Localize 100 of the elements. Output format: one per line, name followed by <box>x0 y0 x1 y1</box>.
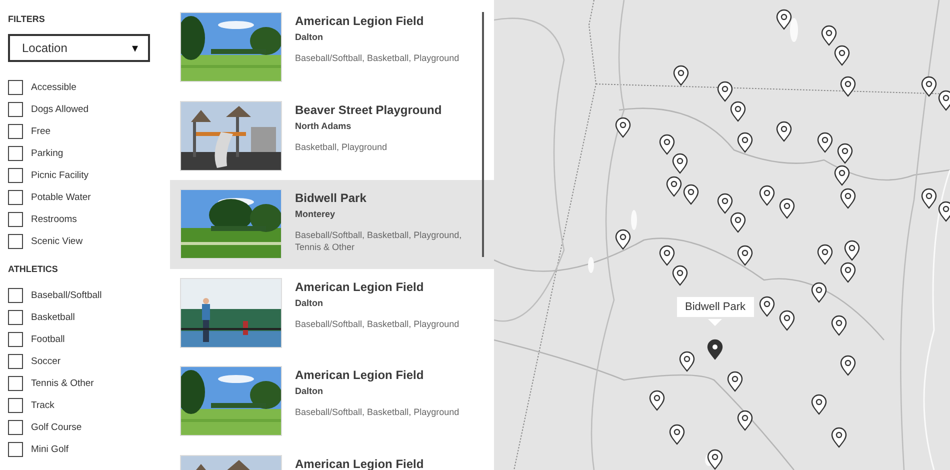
map-pin-icon[interactable] <box>707 449 723 470</box>
result-card[interactable]: Bidwell Park Monterey Baseball/Softball, Basketball, Playground, Tennis & Other <box>170 180 494 268</box>
filter-label: Picnic Facility <box>31 170 89 180</box>
filter-label: Football <box>31 334 65 344</box>
map-pin-icon[interactable] <box>840 188 856 209</box>
park-amenities: Basketball, Playground <box>295 140 388 152</box>
park-name: American Legion Field <box>295 456 425 470</box>
map-pin-icon[interactable] <box>669 424 685 445</box>
park-town: Dalton <box>295 298 324 308</box>
map-pin-icon[interactable] <box>683 184 699 205</box>
athletics-heading: ATHLETICS <box>8 264 59 274</box>
park-amenities: Baseball/Softball, Basketball, Playground <box>295 52 460 64</box>
park-name: American Legion Field <box>295 280 425 294</box>
map-pin-icon[interactable] <box>821 25 837 46</box>
park-name: Bidwell Park <box>295 191 368 205</box>
checkbox[interactable] <box>8 310 23 324</box>
callout-pointer <box>708 319 722 326</box>
map-pin-icon[interactable] <box>921 188 937 209</box>
filter-label: Scenic View <box>31 236 83 246</box>
scrollbar[interactable] <box>482 12 484 257</box>
map-pin-icon[interactable] <box>837 143 853 164</box>
map-pin-icon[interactable] <box>776 9 792 30</box>
map-pin-icon[interactable] <box>737 245 753 266</box>
park-town: Monterey <box>295 209 336 219</box>
checkbox[interactable] <box>8 102 23 116</box>
filter-label: Mini Golf <box>31 444 68 454</box>
map-pin-icon[interactable] <box>672 153 688 174</box>
park-amenities: Baseball/Softball, Basketball, Playground, Tennis & Other <box>295 229 463 253</box>
park-name: American Legion Field <box>295 14 425 28</box>
map-pin-icon[interactable] <box>759 296 775 317</box>
checkbox[interactable] <box>8 354 23 368</box>
map-pin-icon[interactable] <box>679 351 695 372</box>
park-name: Beaver Street Playground <box>295 102 443 116</box>
map-pin-icon[interactable] <box>666 176 682 197</box>
map-pin-icon[interactable] <box>730 101 746 122</box>
checkbox[interactable] <box>8 80 23 94</box>
map-pin-icon[interactable] <box>615 117 631 138</box>
park-town: Dalton <box>295 386 324 396</box>
checkbox[interactable] <box>8 376 23 390</box>
map-pin-icon[interactable] <box>840 262 856 283</box>
map-pin-icon[interactable] <box>659 134 675 155</box>
map-pin-icon[interactable] <box>834 45 850 66</box>
map-callout: Bidwell Park <box>677 297 754 317</box>
checkbox[interactable] <box>8 124 23 138</box>
map-pin-icon[interactable] <box>817 132 833 153</box>
map-pin-icon[interactable] <box>831 427 847 448</box>
map-pin-icon[interactable] <box>938 201 950 222</box>
filter-label: Soccer <box>31 356 61 366</box>
filter-label: Accessible <box>31 82 76 92</box>
checkbox[interactable] <box>8 332 23 346</box>
checkbox[interactable] <box>8 234 23 248</box>
map-pin-icon[interactable] <box>727 371 743 392</box>
filter-label: Free <box>31 126 51 136</box>
map-pin-icon[interactable] <box>615 229 631 250</box>
selected-map-pin-icon[interactable] <box>707 339 723 360</box>
map-pin-icon[interactable] <box>659 245 675 266</box>
map-pin-icon[interactable] <box>779 310 795 331</box>
checkbox[interactable] <box>8 288 23 302</box>
map-pin-icon[interactable] <box>844 240 860 261</box>
map-pin-icon[interactable] <box>717 81 733 102</box>
map-pin-icon[interactable] <box>776 121 792 142</box>
filter-label: Golf Course <box>31 422 82 432</box>
filter-label: Basketball <box>31 312 75 322</box>
map-pin-icon[interactable] <box>717 193 733 214</box>
map-pin-icon[interactable] <box>921 76 937 97</box>
filters-heading: FILTERS <box>8 14 46 24</box>
checkbox[interactable] <box>8 168 23 182</box>
map-pin-icon[interactable] <box>779 198 795 219</box>
map-pin-icon[interactable] <box>831 315 847 336</box>
map-pin-icon[interactable] <box>811 282 827 303</box>
map-pin-icon[interactable] <box>673 65 689 86</box>
checkbox[interactable] <box>8 212 23 226</box>
filter-label: Parking <box>31 148 64 158</box>
map-pin-icon[interactable] <box>737 410 753 431</box>
checkbox[interactable] <box>8 146 23 160</box>
park-town: Dalton <box>295 32 324 42</box>
filter-label: Potable Water <box>31 192 91 202</box>
map-pin-icon[interactable] <box>759 185 775 206</box>
map-pin-icon[interactable] <box>737 132 753 153</box>
park-town: North Adams <box>295 120 352 130</box>
map-pin-icon[interactable] <box>672 265 688 286</box>
map-pin-icon[interactable] <box>840 76 856 97</box>
filter-label: Tennis & Other <box>31 378 94 388</box>
checkbox[interactable] <box>8 420 23 434</box>
filter-label: Restrooms <box>31 214 77 224</box>
checkbox[interactable] <box>8 442 23 456</box>
checkbox[interactable] <box>8 190 23 204</box>
map-pin-icon[interactable] <box>730 212 746 233</box>
map-pin-icon[interactable] <box>938 90 950 111</box>
map-pin-icon[interactable] <box>811 394 827 415</box>
map-pin-icon[interactable] <box>840 355 856 376</box>
filter-label: Dogs Allowed <box>31 104 89 114</box>
map-pin-icon[interactable] <box>834 165 850 186</box>
map-pin-icon[interactable] <box>817 244 833 265</box>
filter-label: Track <box>31 400 54 410</box>
location-dropdown[interactable]: Location ▾ <box>8 34 150 62</box>
map-pin-icon[interactable] <box>649 390 665 411</box>
park-amenities: Baseball/Softball, Basketball, Playground <box>295 406 460 418</box>
park-name: American Legion Field <box>295 368 425 382</box>
checkbox[interactable] <box>8 398 23 412</box>
